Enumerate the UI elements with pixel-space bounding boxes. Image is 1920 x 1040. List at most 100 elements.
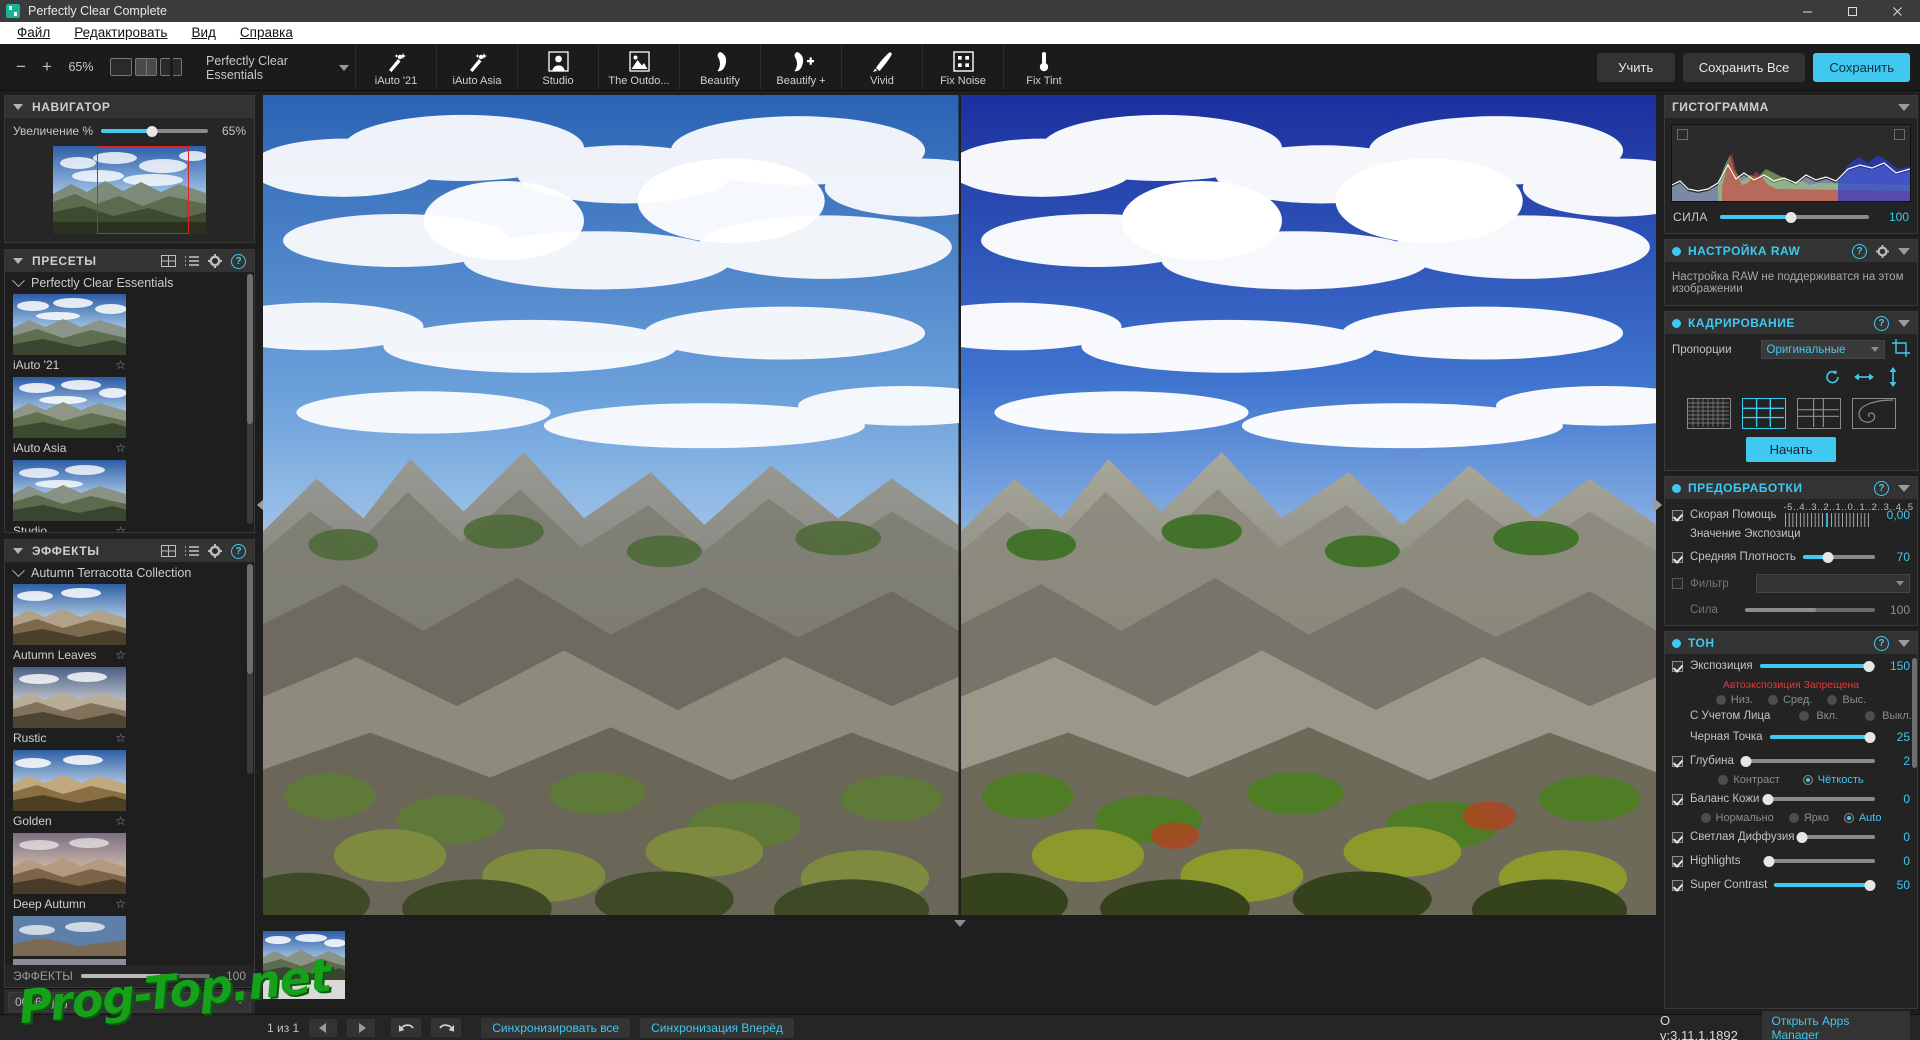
list-view-icon[interactable] — [185, 545, 199, 557]
navigator-crop-rect[interactable] — [97, 146, 189, 234]
tool-the-outdoors[interactable]: The Outdo... — [598, 44, 679, 90]
save-button[interactable]: Сохранить — [1813, 52, 1910, 82]
gear-icon[interactable] — [1876, 244, 1889, 258]
caret-down-icon[interactable] — [1898, 319, 1910, 327]
histogram-strength-slider[interactable] — [1719, 211, 1869, 223]
redo-icon[interactable] — [431, 1018, 462, 1037]
close-icon[interactable] — [1875, 0, 1920, 22]
file-selector[interactable]: 00062.jpg — [8, 991, 251, 1012]
view-mode-single[interactable] — [110, 58, 132, 76]
radio-contrast[interactable] — [1718, 775, 1729, 785]
caret-down-icon[interactable] — [1898, 484, 1910, 492]
presets-header[interactable]: ПРЕСЕТЫ ? — [5, 250, 254, 272]
effects-header[interactable]: ЭФФЕКТЫ ? — [5, 540, 254, 562]
radio-face-off[interactable] — [1865, 711, 1876, 721]
menu-edit[interactable]: Редактировать — [63, 23, 178, 43]
favorite-star-icon[interactable]: ☆ — [115, 897, 126, 911]
radio-auto[interactable] — [1843, 813, 1854, 823]
help-icon[interactable]: ? — [231, 253, 246, 269]
tool-iauto-asia[interactable]: iAuto Asia — [436, 44, 517, 90]
effect-item[interactable]: Golden ☆ — [13, 750, 126, 830]
navigator-zoom-slider[interactable] — [101, 125, 208, 137]
help-icon[interactable]: ? — [1874, 315, 1889, 331]
help-icon[interactable]: ? — [1874, 480, 1889, 496]
filmstrip-item[interactable] — [263, 930, 345, 999]
depth-checkbox[interactable] — [1672, 755, 1683, 767]
preset-thumbnail[interactable] — [13, 294, 126, 355]
open-apps-manager-button[interactable]: Открыть Apps Manager — [1761, 1010, 1910, 1040]
effects-strength-slider[interactable] — [80, 974, 210, 978]
enable-dot-icon[interactable] — [1672, 246, 1681, 256]
collapse-filmstrip-caret[interactable] — [259, 915, 1660, 931]
sync-forward-button[interactable]: Синхронизация Вперёд — [640, 1017, 794, 1038]
filter-select[interactable] — [1755, 574, 1910, 593]
exposure-checkbox[interactable] — [1672, 660, 1683, 672]
histogram-header[interactable]: ГИСТОГРАММА — [1665, 96, 1917, 118]
menu-view[interactable]: Вид — [180, 23, 226, 43]
favorite-star-icon[interactable]: ☆ — [115, 731, 126, 745]
radio-normal[interactable] — [1700, 813, 1711, 823]
golden-grid-icon[interactable] — [1796, 398, 1841, 429]
highlights-checkbox[interactable] — [1672, 855, 1683, 867]
save-all-button[interactable]: Сохранить Все — [1682, 52, 1806, 82]
rotate-icon[interactable] — [1825, 369, 1841, 388]
effect-item[interactable] — [13, 916, 126, 956]
zoom-out-button[interactable]: − — [8, 52, 34, 82]
grid-view-icon[interactable] — [161, 255, 176, 267]
tool-fix-tint[interactable]: Fix Tint — [1003, 44, 1084, 90]
navigator-thumbnail[interactable] — [53, 146, 206, 234]
favorite-star-icon[interactable]: ☆ — [115, 648, 126, 662]
tone-scrollbar[interactable] — [1912, 658, 1917, 768]
super-contrast-slider[interactable] — [1774, 879, 1876, 891]
favorite-star-icon[interactable]: ☆ — [115, 358, 126, 372]
menu-file[interactable]: Файл — [6, 23, 61, 43]
crop-icon[interactable] — [1892, 339, 1910, 360]
effect-thumbnail[interactable] — [13, 667, 126, 728]
learn-button[interactable]: Учить — [1596, 52, 1675, 82]
enable-dot-icon[interactable] — [1672, 638, 1681, 648]
image-after-pane[interactable] — [960, 95, 1656, 916]
preset-item[interactable]: iAuto '21 ☆ — [13, 294, 126, 374]
average-density-checkbox[interactable] — [1672, 551, 1683, 563]
black-point-slider[interactable] — [1769, 731, 1876, 743]
presets-scrollbar[interactable] — [247, 274, 253, 524]
effects-group-header[interactable]: Autumn Terracotta Collection — [5, 562, 254, 584]
prev-arrow-icon[interactable] — [309, 1018, 338, 1037]
help-icon[interactable]: ? — [1852, 243, 1867, 259]
average-density-slider[interactable] — [1802, 551, 1875, 563]
favorite-star-icon[interactable]: ☆ — [115, 814, 126, 828]
view-mode-side-by-side[interactable] — [160, 58, 182, 76]
depth-slider[interactable] — [1740, 755, 1875, 767]
effect-item[interactable]: Deep Autumn ☆ — [13, 833, 126, 913]
maximize-icon[interactable] — [1830, 0, 1875, 22]
effects-scrollbar[interactable] — [247, 564, 253, 774]
tool-studio[interactable]: Studio — [517, 44, 598, 90]
list-view-icon[interactable] — [185, 255, 199, 267]
first-aid-checkbox[interactable] — [1672, 509, 1683, 521]
tool-iauto21[interactable]: iAuto '21 — [355, 44, 436, 90]
highlights-slider[interactable] — [1763, 855, 1875, 867]
spiral-icon[interactable] — [1851, 398, 1896, 429]
grid-view-icon[interactable] — [161, 545, 176, 557]
tone-header[interactable]: ТОН ? — [1665, 632, 1917, 654]
next-image-arrow-icon[interactable] — [1654, 498, 1662, 513]
preprocess-header[interactable]: ПРЕДОБРАБОТКИ ? — [1665, 477, 1917, 499]
light-diffusion-slider[interactable] — [1796, 831, 1875, 843]
exposure-ticks[interactable]: -5..4..3..2..1..0..1..2..3..4..5 — [1784, 502, 1913, 527]
preset-thumbnail[interactable] — [13, 460, 126, 521]
navigator-header[interactable]: НАВИГАТОР — [5, 96, 254, 118]
exposure-slider[interactable] — [1759, 660, 1875, 672]
gear-icon[interactable] — [208, 544, 222, 558]
light-diffusion-checkbox[interactable] — [1672, 831, 1683, 843]
next-arrow-icon[interactable] — [347, 1018, 376, 1037]
undo-icon[interactable] — [391, 1018, 422, 1037]
radio-high[interactable] — [1827, 695, 1838, 705]
skin-balance-slider[interactable] — [1762, 793, 1875, 805]
crop-aspect-select[interactable]: Оригинальные — [1760, 340, 1885, 359]
preset-item[interactable]: Studio ☆ — [13, 460, 126, 532]
filter-checkbox[interactable] — [1672, 578, 1683, 589]
highlight-clip-toggle[interactable] — [1894, 129, 1905, 140]
help-icon[interactable]: ? — [1874, 635, 1889, 651]
crop-header[interactable]: КАДРИРОВАНИЕ ? — [1665, 312, 1917, 334]
raw-settings-header[interactable]: НАСТРОЙКА RAW ? — [1665, 240, 1917, 262]
